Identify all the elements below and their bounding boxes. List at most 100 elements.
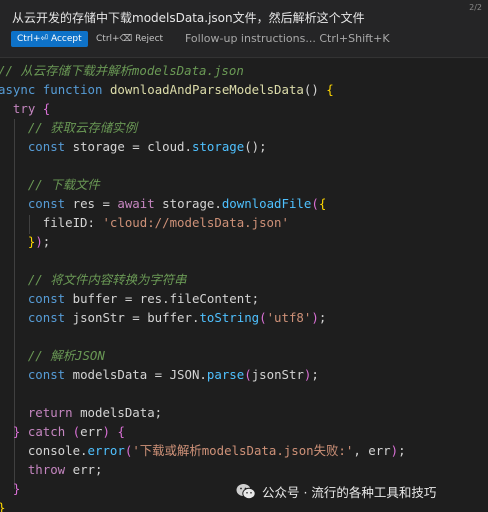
code-token: ( (72, 424, 81, 439)
code-token: // 下载文件 (27, 177, 100, 192)
code-token: ) (311, 310, 319, 325)
code-token: downloadAndParseModelsData (109, 82, 304, 97)
code-token: ; (318, 310, 327, 325)
code-token: await (117, 196, 155, 211)
code-line: try { (0, 99, 50, 118)
code-line: throw err; (0, 460, 103, 479)
code-token: modelsData; (72, 405, 163, 420)
code-token: console. (0, 443, 88, 458)
code-token: fileID: (0, 215, 103, 230)
code-token: (); (244, 139, 267, 154)
code-line: // 将文件内容转换为字符串 (0, 270, 187, 289)
code-line: const buffer = res.fileContent; (0, 289, 259, 308)
page-counter: 2/2 (469, 3, 482, 12)
watermark-text: 公众号 · 流行的各种工具和技巧 (262, 484, 437, 500)
code-token: storage (191, 139, 245, 154)
wechat-icon (236, 483, 256, 499)
code-editor[interactable]: // 从云存储下载并解析modelsData.json async functio… (0, 59, 488, 512)
code-token: 'utf8' (266, 310, 312, 325)
code-token: throw (27, 462, 66, 477)
code-line: const modelsData = JSON.parse(jsonStr); (0, 365, 319, 384)
code-token: ( (259, 310, 267, 325)
code-line: } (0, 479, 20, 498)
code-line: // 获取云存储实例 (0, 118, 137, 137)
code-line: console.error('下载或解析modelsData.json失败:',… (0, 441, 406, 460)
code-token: catch (27, 424, 66, 439)
code-line: } (0, 498, 5, 512)
code-token: // 从云存储下载并解析modelsData.json (0, 63, 244, 78)
code-token: ( (244, 367, 252, 382)
code-line: const storage = cloud.storage(); (0, 137, 267, 156)
code-line: const res = await storage.downloadFile({ (0, 194, 326, 213)
code-line: fileID: 'cloud://modelsData.json' (0, 213, 289, 232)
code-token: err; (65, 462, 103, 477)
code-token: , err (353, 443, 391, 458)
code-token: async (0, 82, 36, 97)
code-token: return (27, 405, 73, 420)
prompt-text: 从云开发的存储中下载modelsData.json文件，然后解析这个文件 (12, 11, 365, 25)
code-line: }); (0, 232, 50, 251)
code-token: // 解析JSON (27, 348, 105, 363)
accept-button[interactable]: Ctrl+⏎ Accept (11, 31, 88, 47)
code-line: // 下载文件 (0, 175, 100, 194)
code-token: ) (390, 443, 399, 458)
code-token: storage = cloud. (65, 139, 192, 154)
code-token: parse (206, 367, 245, 382)
code-token: // 将文件内容转换为字符串 (27, 272, 187, 287)
code-token: toString (199, 310, 260, 325)
inline-chat-panel: 从云开发的存储中下载modelsData.json文件，然后解析这个文件 2/2… (0, 0, 488, 58)
code-token: res = (65, 196, 118, 211)
code-token: { (42, 101, 51, 116)
code-token: '下载或解析modelsData.json失败:' (132, 443, 354, 458)
code-token: ; (311, 367, 319, 382)
code-line: return modelsData; (0, 403, 162, 422)
followup-input[interactable]: Follow-up instructions... Ctrl+Shift+K (185, 31, 390, 47)
code-token: { (326, 82, 334, 97)
code-token: function (42, 82, 103, 97)
code-token: const (27, 310, 66, 325)
code-token: storage. (154, 196, 222, 211)
code-token: const (27, 196, 66, 211)
reject-button[interactable]: Ctrl+⌫ Reject (96, 31, 163, 47)
code-token: // 获取云存储实例 (27, 120, 137, 135)
code-line: // 解析JSON (0, 346, 105, 365)
code-token: error (87, 443, 125, 458)
code-token: buffer = res.fileContent; (65, 291, 260, 306)
code-token: jsonStr = buffer. (65, 310, 200, 325)
code-token: { (117, 424, 125, 439)
code-token: ) (35, 234, 43, 249)
code-token: } (12, 481, 21, 496)
code-line: const jsonStr = buffer.toString('utf8'); (0, 308, 326, 327)
code-token: modelsData = JSON. (65, 367, 207, 382)
code-token: ( (311, 196, 319, 211)
code-token: const (27, 139, 66, 154)
code-token: try (12, 101, 36, 116)
code-token: () (303, 82, 327, 97)
code-token: jsonStr (251, 367, 304, 382)
code-token: ) (102, 424, 110, 439)
code-line: async function downloadAndParseModelsDat… (0, 80, 334, 99)
code-token: const (27, 367, 66, 382)
code-line: // 从云存储下载并解析modelsData.json (0, 61, 244, 80)
code-token: const (27, 291, 66, 306)
code-token: 'cloud://modelsData.json' (102, 215, 289, 230)
code-token: err (80, 424, 103, 439)
